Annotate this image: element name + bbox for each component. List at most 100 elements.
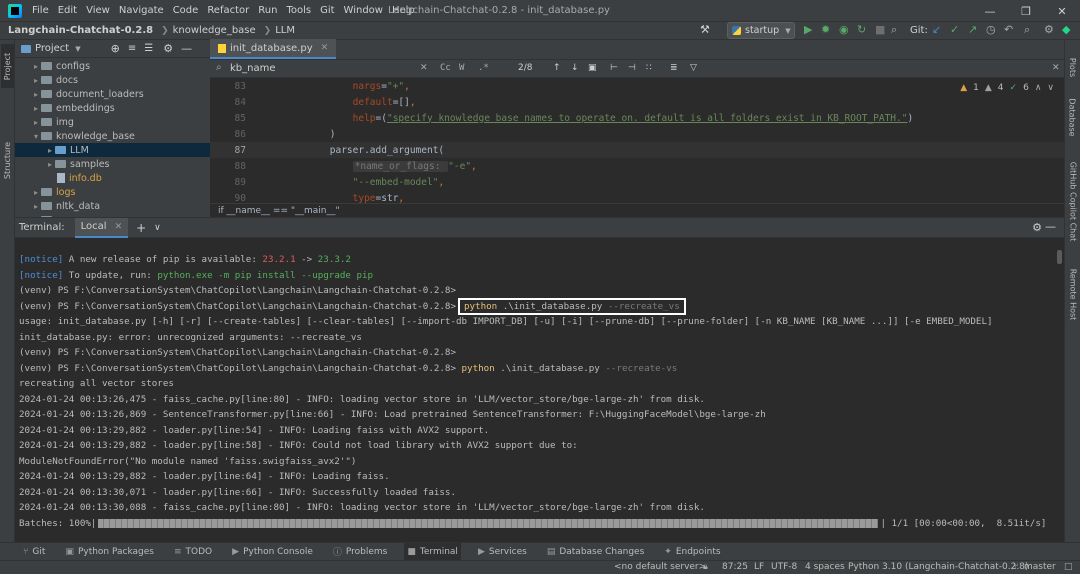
toolwindow-git[interactable]: ⑂ Git xyxy=(20,543,48,561)
whole-words-toggle[interactable]: W xyxy=(459,63,464,73)
debug-icon[interactable]: ✹ xyxy=(821,23,830,36)
structure-tool-tab[interactable]: Structure xyxy=(1,134,14,186)
run-icon[interactable]: ▶ xyxy=(804,23,812,36)
terminal-output[interactable]: [notice] A new release of pip is availab… xyxy=(19,252,1049,531)
close-icon[interactable]: ✕ xyxy=(1044,0,1080,22)
match-case-toggle[interactable]: Cc xyxy=(440,63,451,73)
line-number[interactable]: 89 xyxy=(210,177,258,188)
find-input[interactable]: kb_name xyxy=(230,63,276,74)
stop-icon[interactable]: ■ xyxy=(875,23,885,36)
new-terminal-icon[interactable]: + xyxy=(136,221,146,235)
toolwindow-todo[interactable]: ≡ TODO xyxy=(171,543,215,561)
notifications-icon[interactable]: □ xyxy=(1064,562,1073,572)
filter-sort-icon[interactable]: ≣ xyxy=(670,63,678,73)
chevron-right-icon[interactable]: ▸ xyxy=(31,118,41,127)
toolwindow-endpoints[interactable]: ✦ Endpoints xyxy=(661,543,723,561)
menu-item-view[interactable]: View xyxy=(86,5,110,16)
profile-icon[interactable]: ↻ xyxy=(857,23,866,36)
toolwindow-python-packages[interactable]: ▣ Python Packages xyxy=(62,543,157,561)
expand-all-icon[interactable]: ☰ xyxy=(144,43,153,54)
tree-item[interactable]: ▸ samples xyxy=(15,157,210,171)
toolbox-icon[interactable]: ◆ xyxy=(1062,23,1070,36)
minimize-icon[interactable]: — xyxy=(972,0,1008,22)
terminal-scrollbar[interactable] xyxy=(1057,250,1062,264)
menu-item-run[interactable]: Run xyxy=(258,5,277,16)
tree-item[interactable]: ▾ knowledge_base xyxy=(15,129,210,143)
code-line[interactable]: 90 type=str, xyxy=(210,190,1064,204)
menu-item-window[interactable]: Window xyxy=(344,5,383,16)
open-results-icon[interactable]: ▣ xyxy=(588,63,597,73)
lock-icon[interactable]: 🔒︎ xyxy=(703,562,708,572)
code-view[interactable]: 83 nargs="+", 84 default=[], 85 help=("spe… xyxy=(210,78,1064,203)
toolwindow-python-console[interactable]: ▶ Python Console xyxy=(229,543,316,561)
tab-init-database[interactable]: init_database.py ✕ xyxy=(210,39,337,59)
previous-match-icon[interactable]: ↑ xyxy=(553,63,561,73)
chevron-right-icon[interactable]: ▸ xyxy=(45,146,55,155)
remote-host-tool-tab[interactable]: Remote Host xyxy=(1066,262,1079,326)
terminal-tab-local[interactable]: Local ✕ xyxy=(74,217,129,238)
line-number[interactable]: 87 xyxy=(210,145,258,156)
copilot-chat-tool-tab[interactable]: GitHub Copilot Chat xyxy=(1066,152,1079,250)
line-number[interactable]: 83 xyxy=(210,81,258,92)
remove-selection-icon[interactable]: ⊣ xyxy=(628,63,636,73)
status-position[interactable]: 87:25 xyxy=(722,562,748,572)
line-number[interactable]: 90 xyxy=(210,193,258,204)
status-indent[interactable]: 4 spaces xyxy=(805,562,845,572)
toolwindow-database-changes[interactable]: ▤ Database Changes xyxy=(544,543,647,561)
toolwindow-services[interactable]: ▶ Services xyxy=(475,543,530,561)
add-selection-icon[interactable]: ⊢ xyxy=(610,63,618,73)
code-line[interactable]: 87 parser.add_argument( xyxy=(210,142,1064,158)
tree-item[interactable]: ▸ document_loaders xyxy=(15,87,210,101)
git-commit-icon[interactable]: ✓ xyxy=(950,23,959,36)
menu-item-tools[interactable]: Tools xyxy=(286,5,311,16)
line-number[interactable]: 85 xyxy=(210,113,258,124)
tree-item[interactable]: ▸ logs xyxy=(15,185,210,199)
menu-item-navigate[interactable]: Navigate xyxy=(119,5,164,16)
chevron-down-icon[interactable]: ▼ xyxy=(75,45,80,53)
chevron-right-icon[interactable]: ▸ xyxy=(31,188,41,197)
code-breadcrumb[interactable]: if __name__ == "__main__" xyxy=(210,203,1064,217)
line-number[interactable]: 88 xyxy=(210,161,258,172)
menu-item-edit[interactable]: Edit xyxy=(58,5,77,16)
collapse-all-icon[interactable]: ≡ xyxy=(128,43,136,54)
chevron-right-icon[interactable]: ▸ xyxy=(31,104,41,113)
select-all-icon[interactable]: ∷ xyxy=(646,63,652,73)
hide-panel-icon[interactable]: — xyxy=(1045,220,1056,233)
database-tool-tab[interactable]: Database xyxy=(1066,92,1079,142)
status-line-separator[interactable]: LF xyxy=(754,562,764,572)
breadcrumb-folder[interactable]: knowledge_base xyxy=(173,25,256,36)
line-number[interactable]: 84 xyxy=(210,97,258,108)
close-tab-icon[interactable]: ✕ xyxy=(115,222,123,232)
chevron-down-icon[interactable]: ▾ xyxy=(31,132,41,141)
add-config-icon[interactable]: ⚒ xyxy=(700,23,710,36)
menu-item-code[interactable]: Code xyxy=(173,5,199,16)
breadcrumb-project[interactable]: Langchain-Chatchat-0.2.8 xyxy=(8,25,153,36)
git-history-icon[interactable]: ◷ xyxy=(986,23,996,36)
menu-item-refactor[interactable]: Refactor xyxy=(207,5,249,16)
toolwindow-problems[interactable]: ⓘ Problems xyxy=(330,543,391,561)
next-match-icon[interactable]: ↓ xyxy=(571,63,579,73)
git-push-icon[interactable]: ↗ xyxy=(968,23,977,36)
code-line[interactable]: 89 "--embed-model", xyxy=(210,174,1064,190)
status-interpreter[interactable]: Python 3.10 (Langchain-Chatchat-0.2.8) xyxy=(848,562,1028,572)
tree-item[interactable]: ▸ LLM xyxy=(15,143,210,157)
chevron-right-icon[interactable]: ▸ xyxy=(31,62,41,71)
search-icon[interactable]: ⌕ xyxy=(1024,23,1030,37)
menu-item-git[interactable]: Git xyxy=(320,5,334,16)
line-number[interactable]: 86 xyxy=(210,129,258,140)
regex-toggle[interactable]: .* xyxy=(478,63,489,73)
tree-item[interactable]: ▸ nltk_data xyxy=(15,199,210,213)
code-line[interactable]: 85 help=("specify knowledge base names t… xyxy=(210,110,1064,126)
tree-item[interactable]: ▸ embeddings xyxy=(15,101,210,115)
settings-icon[interactable]: ⚙ xyxy=(1044,23,1054,36)
chevron-down-icon[interactable]: ∨ xyxy=(154,223,161,233)
menu-item-file[interactable]: File xyxy=(32,5,49,16)
restore-icon[interactable]: ❐ xyxy=(1008,0,1044,22)
status-encoding[interactable]: UTF-8 xyxy=(771,562,797,572)
tree-item[interactable]: ▸ configs xyxy=(15,59,210,73)
chevron-right-icon[interactable]: ▸ xyxy=(31,76,41,85)
close-find-icon[interactable]: ✕ xyxy=(1052,63,1060,73)
git-update-icon[interactable]: ↙ xyxy=(932,23,941,36)
chevron-right-icon[interactable]: ▸ xyxy=(45,160,55,169)
toolwindow-terminal[interactable]: ■ Terminal xyxy=(404,542,461,561)
